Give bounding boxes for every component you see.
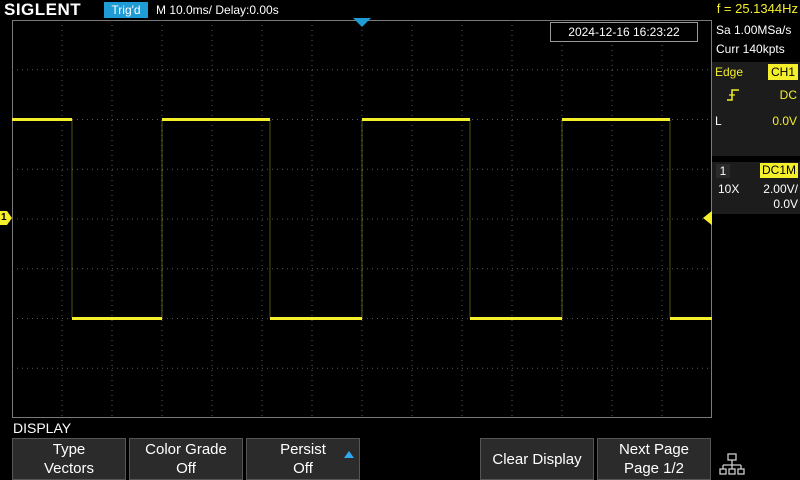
softkey-color-grade-value: Off	[176, 460, 196, 477]
channel1-probe: 10X	[718, 182, 740, 196]
network-icon	[719, 453, 745, 475]
softkey-color-grade[interactable]: Color Grade Off	[129, 438, 243, 480]
timebase-readout[interactable]: M 10.0ms/ Delay:0.00s	[156, 0, 279, 20]
trigger-level-label: L	[715, 114, 722, 128]
sample-rate: Sa 1.00MSa/s	[716, 23, 792, 37]
softkey-next-page[interactable]: Next Page Page 1/2	[597, 438, 711, 480]
softkey-persist-value: Off	[293, 460, 313, 477]
timestamp: 2024-12-16 16:23:22	[550, 22, 698, 42]
trigger-coupling: DC	[779, 88, 797, 102]
channel1-volts-div: 2.00V/	[763, 182, 798, 196]
softkey-persist-label: Persist	[280, 441, 326, 458]
channel1-number: 1	[716, 164, 730, 178]
memory-depth: Curr 140kpts	[716, 42, 785, 56]
channel1-ground-label: 1	[1, 212, 7, 223]
softkey-next-page-label: Next Page	[618, 441, 690, 458]
channel1-coupling-badge: DC1M	[759, 163, 798, 178]
menu-title: DISPLAY	[13, 420, 72, 436]
frequency-readout: f = 25.1344Hz	[716, 1, 798, 16]
waveform-display[interactable]	[12, 20, 712, 418]
side-info-panel: Sa 1.00MSa/s Curr 140kpts Edge CH1 DC L …	[712, 20, 800, 440]
trigger-position-marker[interactable]	[353, 18, 371, 28]
channel1-panel[interactable]: 1 DC1M 10X 2.00V/ 0.0V	[712, 162, 800, 214]
softkey-next-page-value: Page 1/2	[623, 460, 685, 477]
brand-logo: SIGLENT	[4, 0, 82, 19]
softkey-persist[interactable]: Persist Off	[246, 438, 360, 480]
rising-edge-icon	[727, 89, 739, 101]
softkey-type[interactable]: Type Vectors	[12, 438, 126, 480]
trigger-type-label: Edge	[715, 65, 744, 79]
softkey-type-value: Vectors	[43, 460, 95, 477]
trigger-level: 0.0V	[772, 114, 797, 128]
trigger-status-badge: Trig'd	[104, 2, 148, 18]
softkey-type-label: Type	[52, 441, 86, 458]
softkey-color-grade-label: Color Grade	[145, 441, 227, 458]
arrow-up-icon	[344, 451, 354, 458]
softkey-clear-display-label: Clear Display	[492, 451, 582, 468]
trigger-panel[interactable]: Edge CH1 DC L 0.0V	[712, 62, 800, 156]
channel1-offset: 0.0V	[773, 197, 798, 211]
status-bar: SIGLENT Trig'd M 10.0ms/ Delay:0.00s f =…	[0, 0, 800, 20]
trigger-source-badge: CH1	[767, 64, 798, 80]
channel1-ground-marker[interactable]: 1	[0, 211, 12, 225]
softkey-clear-display[interactable]: Clear Display	[480, 438, 594, 480]
